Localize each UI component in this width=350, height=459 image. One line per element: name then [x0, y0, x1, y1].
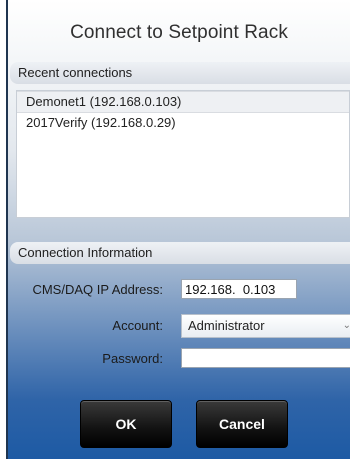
ip-address-label: CMS/DAQ IP Address:	[32, 282, 163, 297]
connection-information-header: Connection Information	[10, 242, 350, 264]
cancel-button[interactable]: Cancel	[196, 400, 288, 448]
list-item[interactable]: 2017Verify (192.168.0.29)	[17, 113, 349, 133]
account-select[interactable]: Administrator ⌄	[181, 314, 350, 338]
account-select-value: Administrator	[188, 318, 265, 333]
password-label: Password:	[102, 351, 163, 366]
dialog-title: Connect to Setpoint Rack	[70, 22, 288, 43]
ok-button[interactable]: OK	[80, 400, 172, 448]
list-item[interactable]: Demonet1 (192.168.0.103)	[17, 91, 349, 113]
recent-connections-header: Recent connections	[10, 62, 350, 84]
window-left-edge	[0, 0, 8, 459]
account-label: Account:	[112, 318, 163, 333]
ip-address-input[interactable]	[181, 279, 297, 299]
recent-connections-list[interactable]: Demonet1 (192.168.0.103) 2017Verify (192…	[16, 90, 350, 218]
password-input[interactable]	[181, 348, 350, 368]
chevron-down-icon: ⌄	[342, 320, 350, 331]
connect-dialog: Connect to Setpoint Rack Recent connecti…	[8, 0, 350, 459]
